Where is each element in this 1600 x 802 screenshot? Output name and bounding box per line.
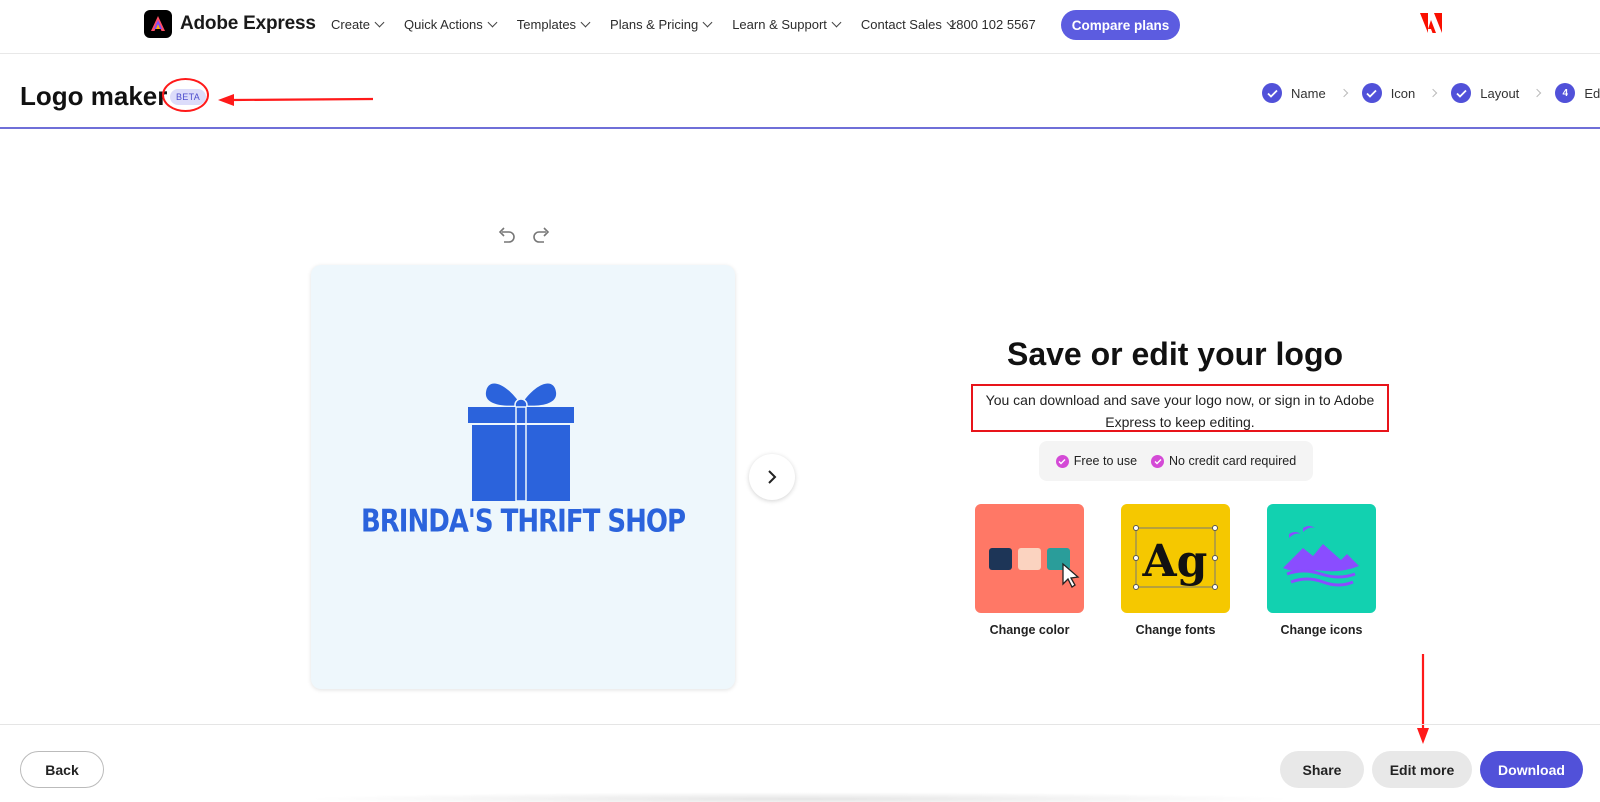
gift-box-icon: [468, 383, 574, 501]
download-button[interactable]: Download: [1480, 751, 1583, 788]
footer-shadow: [300, 792, 1300, 802]
nav-item-label: Plans & Pricing: [610, 17, 699, 32]
feature-badges: Free to use No credit card required: [1039, 441, 1313, 481]
nav-menu: Create Quick Actions Templates Plans & P…: [331, 17, 976, 32]
card-label: Change icons: [1280, 623, 1363, 637]
nav-item-label: Create: [331, 17, 371, 32]
card-label: Change fonts: [1135, 623, 1216, 637]
chevron-right-icon: [1429, 88, 1438, 98]
progress-steps: Name Icon Layout 4 Edit: [1262, 83, 1600, 103]
panel-description: You can download and save your logo now,…: [985, 392, 1375, 430]
badge-no-card: No credit card required: [1151, 454, 1296, 468]
redo-icon[interactable]: [530, 224, 552, 246]
chevron-down-icon: [487, 17, 498, 28]
chevron-right-icon: [1533, 88, 1542, 98]
nav-item-label: Quick Actions: [404, 17, 483, 32]
badge-label: No credit card required: [1169, 454, 1297, 468]
brand[interactable]: Adobe Express: [144, 10, 316, 38]
check-circle-icon: [1151, 454, 1165, 468]
logo-canvas[interactable]: BRINDA'S THRIFT SHOP: [311, 265, 735, 689]
share-button[interactable]: Share: [1280, 751, 1364, 788]
step-label: Icon: [1390, 85, 1416, 101]
annotation-circle: [162, 78, 209, 112]
brand-name: Adobe Express: [180, 13, 316, 34]
chevron-down-icon: [702, 17, 713, 28]
color-swatches-icon: [975, 504, 1084, 613]
card-label: Change color: [989, 623, 1070, 637]
chevron-right-icon: [768, 470, 777, 484]
chevron-down-icon: [374, 17, 385, 28]
svg-text:Ag: Ag: [1142, 536, 1208, 587]
logo-text: BRINDA'S THRIFT SHOP: [360, 504, 686, 540]
footer-divider: [0, 724, 1600, 725]
badge-free: Free to use: [1055, 454, 1138, 468]
nav-item-create[interactable]: Create: [331, 17, 385, 32]
badge-label: Free to use: [1073, 454, 1138, 468]
step-icon[interactable]: Icon: [1361, 83, 1416, 103]
island-icon: [1267, 504, 1376, 613]
page-title: Logo maker: [20, 81, 168, 111]
check-icon: [1262, 83, 1282, 103]
nav-item-label: Templates: [516, 17, 577, 32]
edit-options: Change color Ag Change fonts Change icon…: [975, 504, 1376, 637]
undo-icon[interactable]: [496, 224, 518, 246]
chevron-down-icon: [580, 17, 591, 28]
nav-item-templates[interactable]: Templates: [516, 17, 591, 32]
annotation-arrow-down-icon: [1417, 654, 1429, 744]
step-label: Layout: [1480, 85, 1520, 101]
change-icons-card[interactable]: Change icons: [1267, 504, 1376, 637]
step-number: 4: [1555, 83, 1576, 103]
top-navigation: Adobe Express Create Quick Actions Templ…: [0, 0, 1600, 54]
panel-title: Save or edit your logo: [1006, 336, 1344, 372]
edit-more-button[interactable]: Edit more: [1372, 751, 1472, 788]
change-fonts-card[interactable]: Ag Change fonts: [1121, 504, 1230, 637]
nav-item-learn-support[interactable]: Learn & Support: [732, 17, 842, 32]
nav-item-plans-pricing[interactable]: Plans & Pricing: [610, 17, 713, 32]
phone-number[interactable]: 1800 102 5567: [949, 17, 1036, 32]
annotation-arrow-left-icon: [218, 94, 374, 106]
next-variation-button[interactable]: [749, 454, 795, 500]
chevron-down-icon: [831, 17, 842, 28]
page-header: Logo maker BETA Name Icon Layout 4 Ed: [0, 55, 1600, 129]
step-layout[interactable]: Layout: [1451, 83, 1519, 103]
chevron-right-icon: [1339, 88, 1348, 98]
compare-plans-button[interactable]: Compare plans: [1061, 10, 1180, 40]
step-label: Edit: [1584, 85, 1600, 101]
change-color-card[interactable]: Change color: [975, 504, 1084, 637]
nav-item-contact-sales[interactable]: Contact Sales: [860, 17, 957, 32]
font-sample-icon: Ag: [1121, 504, 1230, 613]
adobe-express-logo-icon: [144, 10, 172, 38]
back-button[interactable]: Back: [20, 751, 104, 788]
nav-item-label: Learn & Support: [732, 17, 827, 32]
history-controls: [496, 224, 552, 246]
step-name[interactable]: Name: [1262, 83, 1326, 103]
nav-item-label: Contact Sales: [860, 17, 942, 32]
nav-item-quick-actions[interactable]: Quick Actions: [404, 17, 498, 32]
check-circle-icon: [1055, 454, 1069, 468]
step-label: Name: [1291, 85, 1326, 101]
adobe-logo-icon[interactable]: [1420, 13, 1442, 38]
step-edit[interactable]: 4 Edit: [1555, 83, 1600, 103]
check-icon: [1451, 83, 1472, 103]
check-icon: [1361, 83, 1382, 103]
